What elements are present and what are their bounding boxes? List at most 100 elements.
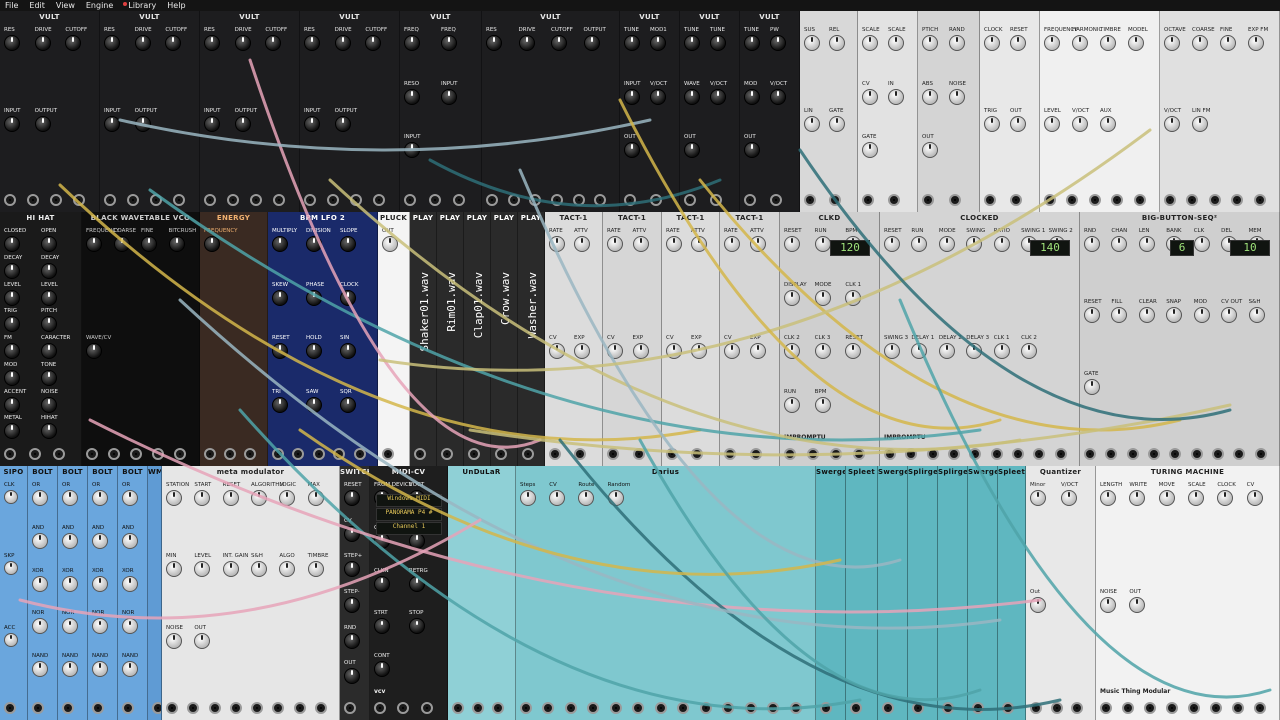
knob[interactable] <box>1128 35 1144 51</box>
knob[interactable] <box>650 35 666 51</box>
jack-port[interactable] <box>130 448 142 460</box>
knob[interactable] <box>624 35 640 51</box>
knob[interactable] <box>1129 597 1146 613</box>
knob[interactable] <box>104 35 120 51</box>
jack-port[interactable] <box>404 194 416 206</box>
jack-port[interactable] <box>344 702 356 714</box>
knob[interactable] <box>578 490 595 506</box>
knob[interactable] <box>34 115 51 132</box>
jack-port[interactable] <box>1166 702 1178 714</box>
jack-port[interactable] <box>373 194 385 206</box>
knob[interactable] <box>862 142 878 159</box>
knob[interactable] <box>1248 307 1265 324</box>
knob[interactable] <box>4 369 20 386</box>
knob[interactable] <box>222 561 239 578</box>
knob[interactable] <box>304 35 320 51</box>
jack-port[interactable] <box>632 702 645 714</box>
jack-port[interactable] <box>28 448 41 460</box>
jack-port[interactable] <box>73 194 85 206</box>
knob[interactable] <box>784 289 800 306</box>
knob[interactable] <box>574 343 590 359</box>
knob[interactable] <box>272 396 288 413</box>
knob[interactable] <box>166 632 182 649</box>
knob[interactable] <box>304 115 320 132</box>
knob[interactable] <box>104 115 120 132</box>
jack-port[interactable] <box>784 448 796 460</box>
knob[interactable] <box>374 618 390 635</box>
jack-port[interactable] <box>677 702 690 714</box>
jack-port[interactable] <box>744 194 756 206</box>
knob[interactable] <box>1138 307 1155 324</box>
jack-port[interactable] <box>905 448 918 460</box>
knob[interactable] <box>1084 307 1100 324</box>
knob[interactable] <box>41 396 57 413</box>
knob[interactable] <box>845 343 862 359</box>
knob[interactable] <box>814 289 831 306</box>
jack-port[interactable] <box>926 448 939 460</box>
knob[interactable] <box>1221 307 1238 324</box>
knob[interactable] <box>374 575 390 592</box>
knob[interactable] <box>65 35 82 51</box>
knob[interactable] <box>1072 35 1088 51</box>
jack-port[interactable] <box>820 702 832 714</box>
knob[interactable] <box>344 490 360 506</box>
knob[interactable] <box>750 236 766 252</box>
knob[interactable] <box>165 35 182 51</box>
jack-port[interactable] <box>650 194 662 206</box>
knob[interactable] <box>1217 490 1234 506</box>
knob[interactable] <box>632 236 649 252</box>
jack-port[interactable] <box>549 448 561 460</box>
knob[interactable] <box>814 343 831 359</box>
jack-port[interactable] <box>173 194 185 206</box>
knob[interactable] <box>518 35 535 51</box>
knob[interactable] <box>4 396 20 413</box>
knob[interactable] <box>804 115 820 132</box>
jack-port[interactable] <box>1169 448 1182 460</box>
jack-port[interactable] <box>292 448 305 460</box>
knob[interactable] <box>911 343 928 359</box>
knob[interactable] <box>4 289 20 306</box>
knob[interactable] <box>607 236 623 252</box>
jack-port[interactable] <box>767 702 780 714</box>
jack-port[interactable] <box>127 194 139 206</box>
jack-port[interactable] <box>609 702 622 714</box>
jack-port[interactable] <box>251 702 263 714</box>
jack-port[interactable] <box>495 448 507 460</box>
jack-port[interactable] <box>984 194 996 206</box>
jack-port[interactable] <box>1071 702 1084 714</box>
knob[interactable] <box>1158 490 1175 506</box>
jack-port[interactable] <box>468 448 480 460</box>
knob[interactable] <box>744 88 760 105</box>
knob[interactable] <box>272 289 288 306</box>
knob[interactable] <box>62 575 78 592</box>
knob[interactable] <box>279 490 296 506</box>
knob[interactable] <box>724 236 740 252</box>
knob[interactable] <box>122 490 138 506</box>
jack-port[interactable] <box>4 702 16 714</box>
jack-port[interactable] <box>948 448 960 460</box>
knob[interactable] <box>168 236 185 252</box>
jack-port[interactable] <box>789 702 802 714</box>
knob[interactable] <box>938 236 955 252</box>
knob[interactable] <box>4 115 20 132</box>
jack-port[interactable] <box>1254 702 1266 714</box>
knob[interactable] <box>141 236 157 252</box>
jack-port[interactable] <box>204 194 216 206</box>
knob[interactable] <box>1061 490 1077 506</box>
knob[interactable] <box>984 115 1000 132</box>
knob[interactable] <box>340 396 356 413</box>
knob[interactable] <box>134 115 151 132</box>
knob[interactable] <box>804 35 820 51</box>
knob[interactable] <box>814 236 831 252</box>
knob[interactable] <box>32 661 48 678</box>
knob[interactable] <box>32 532 48 549</box>
jack-port[interactable] <box>327 194 339 206</box>
jack-port[interactable] <box>208 702 221 714</box>
knob[interactable] <box>41 316 57 333</box>
knob[interactable] <box>691 343 707 359</box>
jack-port[interactable] <box>990 448 1003 460</box>
knob[interactable] <box>166 561 182 578</box>
knob[interactable] <box>1084 378 1100 395</box>
knob[interactable] <box>344 668 360 685</box>
jack-port[interactable] <box>666 448 678 460</box>
